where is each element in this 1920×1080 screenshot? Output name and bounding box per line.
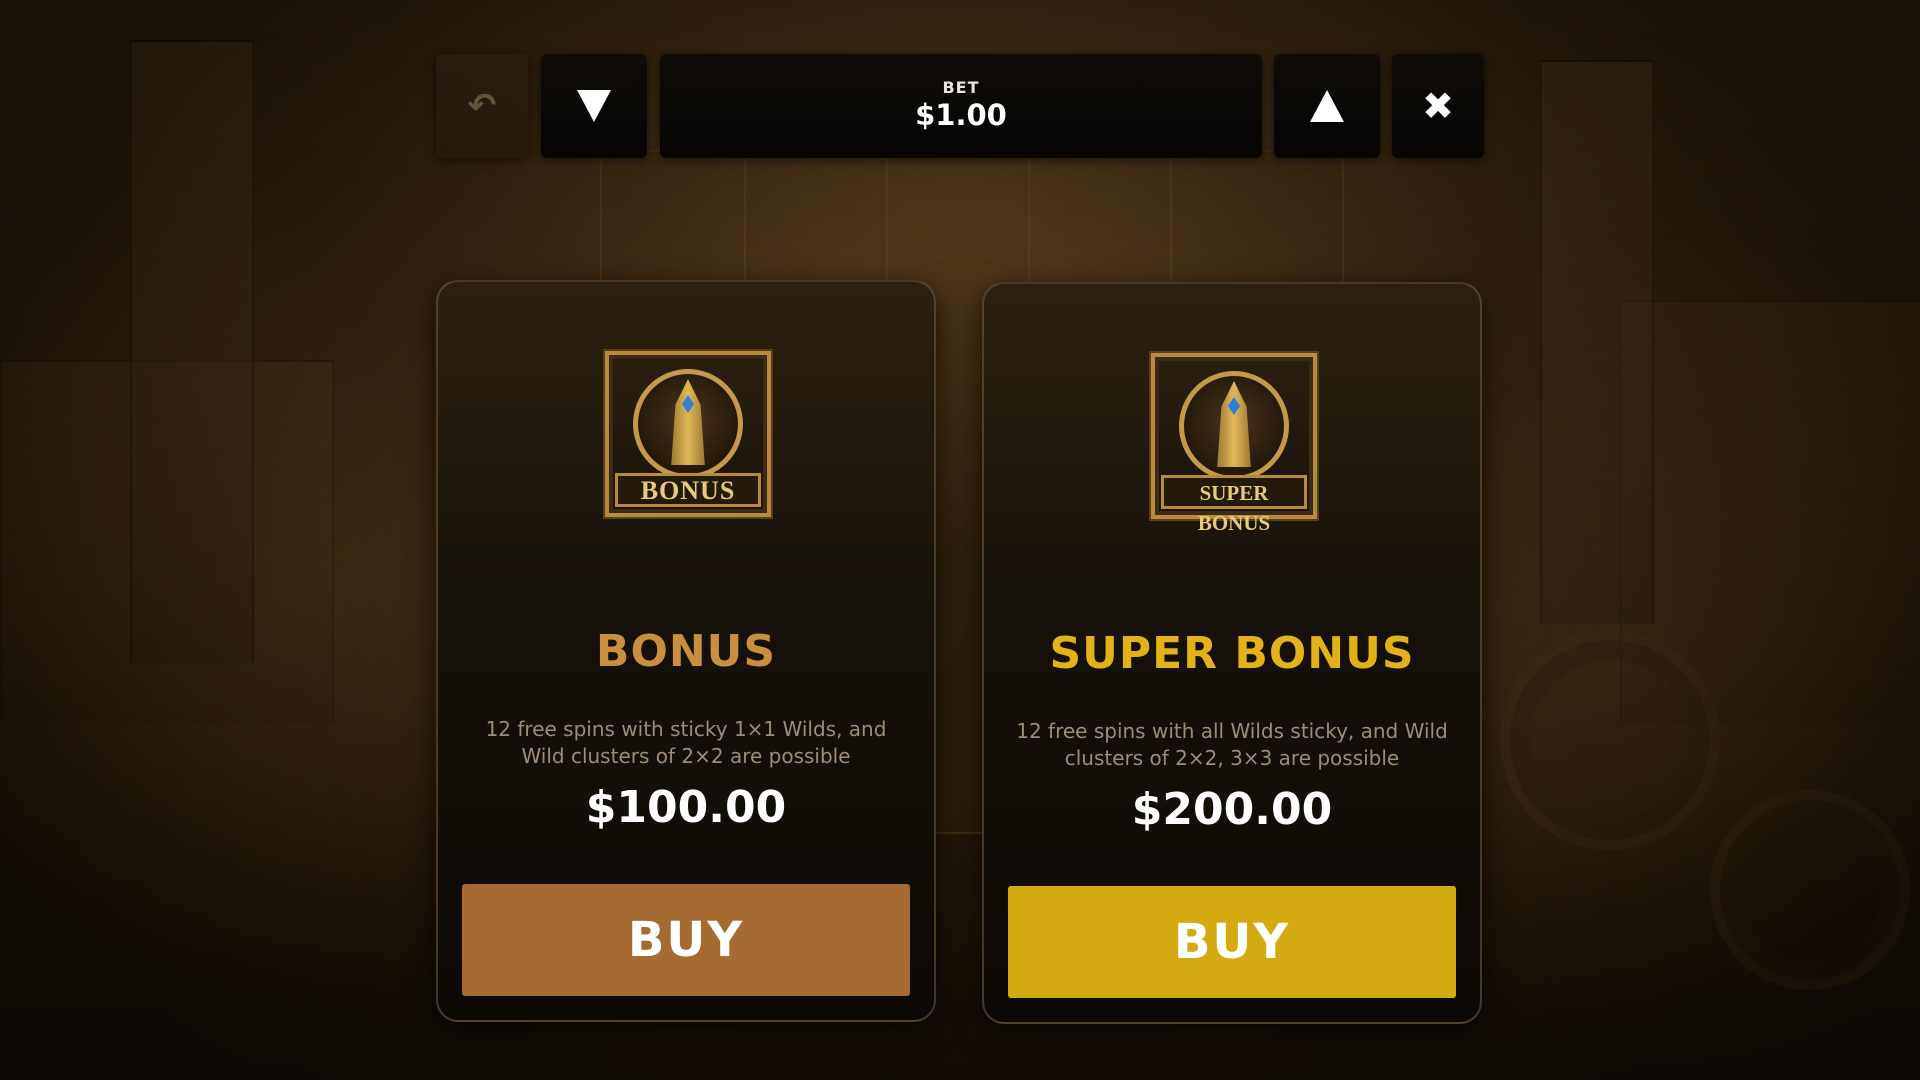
icon-label: SUPER BONUS — [1161, 475, 1307, 535]
triangle-down-icon — [577, 90, 611, 122]
buy-bonus-button[interactable]: BUY — [462, 884, 910, 996]
offer-description: 12 free spins with all Wilds sticky, and… — [1016, 719, 1448, 770]
bonus-temple-icon: BONUS — [605, 351, 771, 517]
background-stone-dial — [1710, 790, 1910, 990]
icon-label: BONUS — [615, 473, 761, 507]
undo-icon: ↶ — [467, 86, 497, 126]
bet-value: $1.00 — [915, 98, 1007, 132]
offer-title: SUPER BONUS — [1049, 628, 1415, 679]
bet-label: BET — [942, 78, 980, 97]
game-stage: ↶ BET $1.00 ✖ BONUS BONUS 12 free spins … — [0, 0, 1920, 1080]
background-stone-dial — [1500, 630, 1720, 850]
offer-price: $200.00 — [1131, 784, 1333, 835]
offer-price: $100.00 — [585, 782, 787, 833]
close-icon: ✖ — [1422, 84, 1454, 128]
super-bonus-temple-icon: SUPER BONUS — [1151, 353, 1317, 535]
bonus-offer-card: BONUS BONUS 12 free spins with sticky 1×… — [436, 280, 936, 1022]
buy-super-bonus-button[interactable]: BUY — [1008, 886, 1456, 998]
undo-button[interactable]: ↶ — [436, 54, 528, 158]
offer-description: 12 free spins with sticky 1×1 Wilds, and… — [485, 717, 887, 768]
super-bonus-offer-card: SUPER BONUS SUPER BONUS 12 free spins wi… — [982, 282, 1482, 1024]
offer-title: BONUS — [595, 626, 777, 677]
triangle-up-icon — [1310, 90, 1344, 122]
background-ruin-tower — [1540, 60, 1654, 624]
close-button[interactable]: ✖ — [1392, 54, 1484, 158]
decrease-bet-button[interactable] — [541, 54, 647, 158]
background-ruin-tower — [130, 40, 254, 664]
bet-display: BET $1.00 — [660, 54, 1262, 158]
increase-bet-button[interactable] — [1274, 54, 1380, 158]
bet-bar: ↶ BET $1.00 ✖ — [436, 54, 1484, 158]
